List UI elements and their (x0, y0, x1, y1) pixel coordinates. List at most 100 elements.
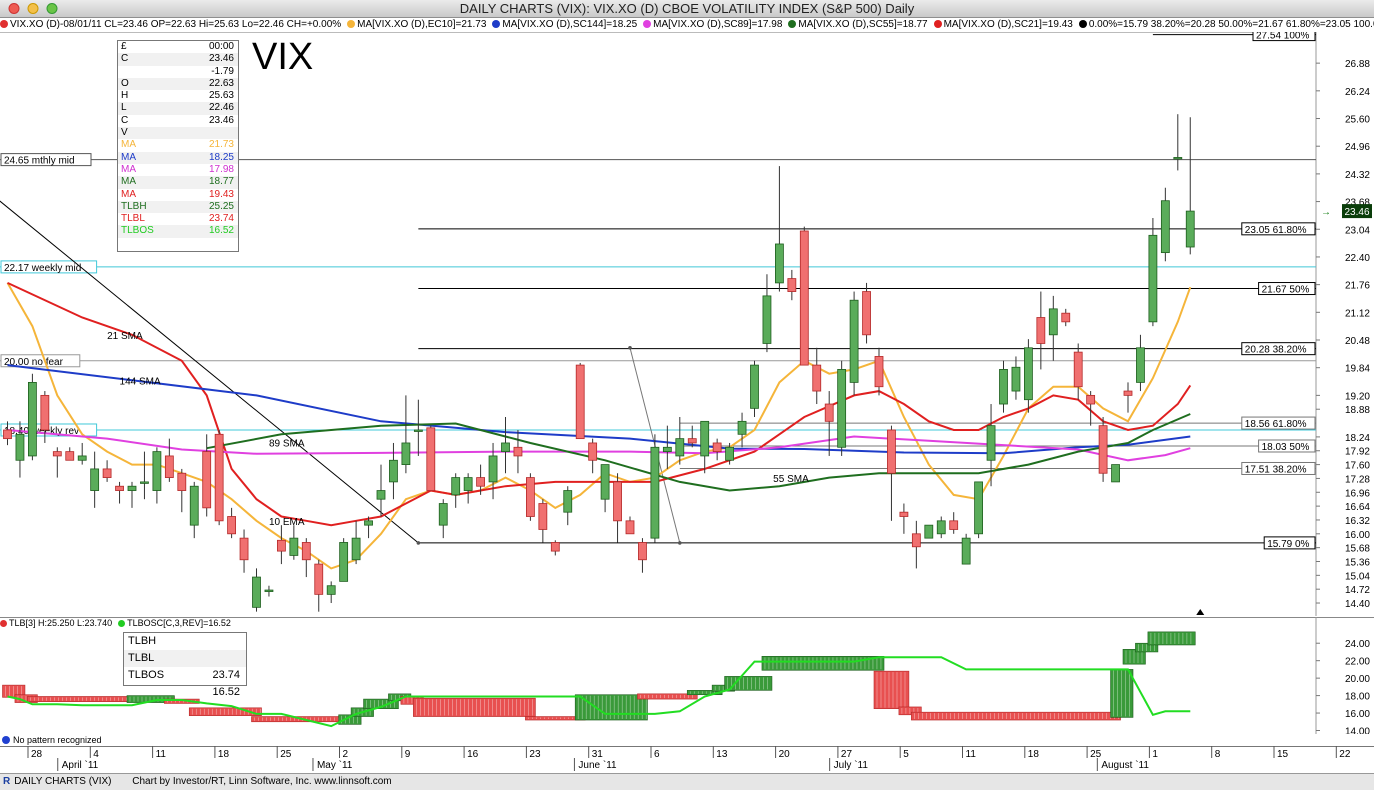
candle-body (837, 369, 847, 448)
level-label: 17.51 38.20% (1241, 461, 1316, 475)
candle (1111, 464, 1120, 483)
candle (899, 503, 909, 534)
app-logo-icon: R (3, 776, 11, 787)
window-titlebar: DAILY CHARTS (VIX): VIX.XO (D) CBOE VOLA… (0, 0, 1374, 18)
candle-body (1073, 351, 1083, 388)
candle-body (1024, 347, 1033, 401)
candle (1011, 356, 1021, 400)
level-label-text: 15.79 0% (1267, 539, 1309, 550)
price-tick-label: 19.84 (1345, 364, 1370, 375)
data-value: 23.46 (208, 114, 234, 126)
month-label: July `11 (834, 759, 869, 771)
tlb-row: TLBL 23.74 (124, 650, 246, 681)
zoom-button[interactable] (46, 3, 58, 14)
candle-body (65, 451, 75, 461)
price-tick-label: 26.88 (1345, 59, 1370, 70)
candle-body (936, 520, 946, 535)
level-label: 27.54 100% (1252, 32, 1316, 42)
data-label: TLBH (121, 200, 147, 212)
sub-tick-label: 14.00 (1345, 727, 1370, 734)
tlb-brick-body (911, 711, 1121, 721)
legend-item: VIX.XO (D)-08/01/11 CL=23.46 OP=22.63 Hi… (0, 18, 341, 32)
tlb-row: TLBH25.25 (124, 633, 246, 664)
candle (675, 417, 685, 465)
data-label: H (121, 90, 129, 102)
candle-body (650, 446, 660, 539)
anchor-point (416, 541, 421, 545)
month-label: August `11 (1101, 759, 1149, 771)
legend-item: MA[VIX.XO (D),SC89]=17.98 (643, 18, 782, 32)
data-value: 16.52 (208, 225, 234, 237)
candle (538, 499, 548, 543)
data-value: 23.74 (208, 213, 234, 225)
candle-body (787, 278, 797, 292)
candle (762, 274, 772, 353)
candle (90, 451, 100, 508)
data-value: 18.77 (208, 176, 234, 188)
candle (812, 347, 822, 405)
candle-body (3, 429, 12, 440)
candle-body (1173, 157, 1183, 160)
candle (1024, 339, 1033, 413)
legend-item: MA[VIX.XO (D),SC144]=18.25 (492, 18, 637, 32)
legend-color-icon (0, 20, 8, 28)
candle-body (588, 442, 598, 461)
level-label-text: 20.28 38.20% (1245, 345, 1307, 356)
candle-body (911, 533, 921, 548)
last-price-arrow: → (1321, 207, 1331, 218)
legend-text: MA[VIX.XO (D),SC55]=18.77 (798, 19, 928, 30)
symbol-watermark: VIX (252, 36, 314, 78)
level-label: 18.03 50% (1258, 439, 1316, 453)
minimize-button[interactable] (27, 3, 39, 14)
close-button[interactable] (8, 3, 20, 14)
data-value: 21.73 (208, 139, 234, 151)
candle (152, 447, 162, 504)
candle-body (264, 589, 274, 592)
sub-tick-label: 22.00 (1345, 657, 1370, 668)
price-tick-label: 17.28 (1345, 474, 1370, 485)
tlb-label: TLBL (128, 652, 155, 664)
data-value: -1.79 (211, 65, 234, 77)
data-label: MA (121, 176, 136, 188)
price-tick-label: 14.40 (1345, 599, 1370, 610)
candle-body (625, 520, 635, 535)
candle-body (90, 468, 100, 491)
candle (239, 529, 249, 573)
candle (613, 473, 622, 543)
legend-color-icon (788, 20, 797, 28)
candle (837, 360, 847, 456)
candle (264, 585, 274, 597)
candle-body (1148, 234, 1158, 323)
data-value: 22.63 (208, 77, 234, 89)
candle-body (476, 477, 486, 487)
data-label: C (121, 114, 129, 126)
data-row: MA 18.77 (118, 176, 238, 189)
legend-color-icon (492, 20, 501, 28)
candle-body (189, 485, 199, 526)
date-axis[interactable]: 28 4 11 18 25 2 9 16 23 31 6 13 20 27 5 11 18 25 1 8 15 22Apr… (0, 746, 1374, 771)
candle-body (376, 490, 386, 500)
candle-body (239, 537, 249, 561)
candle-body (152, 451, 162, 491)
data-row: C 23.46 (118, 53, 238, 66)
candle-body (986, 425, 996, 461)
level-label-text: 18.03 50% (1262, 442, 1310, 453)
candle (65, 447, 75, 461)
candle-body (862, 291, 871, 336)
candle (1173, 114, 1183, 171)
candle-body (27, 381, 37, 457)
data-row: C 23.46 (118, 115, 238, 127)
candle-body (974, 481, 983, 535)
candle (662, 425, 672, 469)
price-tick-label: 26.24 (1345, 87, 1370, 98)
candle-body (1011, 366, 1021, 392)
candle-body (140, 481, 149, 484)
candle-body (526, 477, 535, 517)
date-tick-label: 25 (1090, 749, 1102, 760)
candle-body (613, 481, 622, 522)
data-label: MA (121, 139, 136, 151)
candle-body (102, 468, 112, 478)
candle (351, 520, 361, 565)
tlb-label: TLBOS (128, 669, 165, 681)
candle-body (812, 364, 822, 392)
